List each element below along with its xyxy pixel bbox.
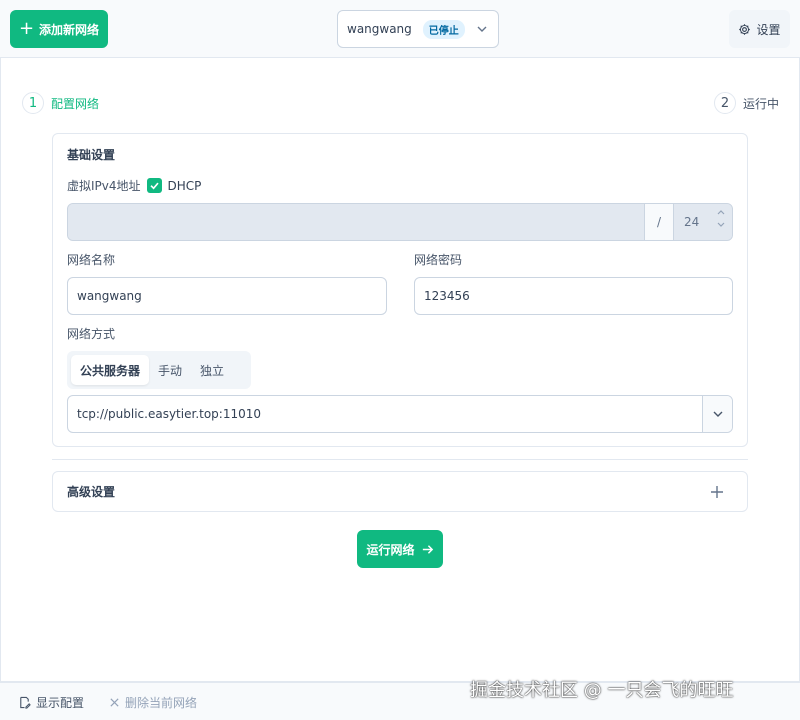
watermark-text: 掘金技术社区 @ 一只会飞的旺旺	[470, 680, 734, 701]
network-mode-label: 网络方式	[67, 327, 116, 341]
arrow-right-icon	[422, 544, 433, 554]
check-icon	[149, 182, 159, 190]
dhcp-label: DHCP	[167, 178, 202, 193]
ipv4-label: 虚拟IPv4地址	[67, 179, 141, 193]
settings-label: 设置	[756, 22, 781, 37]
ipv4-address-input[interactable]	[68, 204, 644, 240]
network-mode-selector: 公共服务器 手动 独立	[67, 351, 251, 389]
dhcp-checkbox[interactable]	[146, 178, 162, 193]
show-config-label: 显示配置	[36, 696, 85, 710]
public-server-dropdown-toggle[interactable]	[702, 396, 732, 432]
delete-network-button[interactable]: 删除当前网络	[109, 694, 197, 711]
network-name-input[interactable]: wangwang	[67, 277, 387, 315]
gear-icon	[739, 23, 751, 35]
ipv4-mask-value: 24	[684, 215, 700, 229]
mask-spinner[interactable]	[716, 208, 726, 229]
add-network-label: 添加新网络	[39, 22, 100, 37]
step-running[interactable]: 2 运行中	[714, 92, 779, 114]
network-secret-input[interactable]: 123456	[414, 277, 733, 315]
network-name-label: 网络名称	[67, 253, 116, 267]
delete-network-label: 删除当前网络	[125, 696, 198, 710]
status-badge: 已停止	[422, 19, 465, 39]
basic-settings-title: 基础设置	[67, 148, 116, 162]
close-icon	[110, 698, 119, 707]
ipv4-slash: /	[644, 204, 674, 240]
ipv4-mask-input[interactable]: 24	[674, 204, 732, 240]
step-number: 1	[22, 92, 44, 114]
run-network-button[interactable]: 运行网络	[357, 530, 443, 568]
network-select-value: wangwang	[347, 22, 412, 36]
step-label: 配置网络	[51, 96, 100, 111]
network-secret-label: 网络密码	[414, 253, 463, 267]
step-configure[interactable]: 1 配置网络	[22, 92, 99, 114]
ipv4-row: 虚拟IPv4地址 DHCP	[67, 177, 201, 194]
advanced-settings-panel[interactable]: 高级设置	[52, 471, 748, 512]
public-server-value: tcp://public.easytier.top:11010	[77, 407, 262, 421]
plus-icon: +	[18, 18, 35, 39]
chevron-up-icon	[717, 210, 725, 215]
chevron-down-icon	[477, 26, 487, 32]
chevron-down-icon	[717, 222, 725, 227]
basic-settings-card: 基础设置 虚拟IPv4地址 DHCP / 24 网络名称 wangwang 网络…	[52, 133, 748, 447]
mode-option-manual[interactable]: 手动	[149, 355, 191, 385]
ipv4-input-group: / 24	[67, 203, 733, 241]
step-number: 2	[714, 92, 736, 114]
mode-option-public-server[interactable]: 公共服务器	[71, 355, 150, 385]
add-network-button[interactable]: + 添加新网络	[10, 10, 108, 48]
settings-button[interactable]: 设置	[729, 10, 790, 48]
chevron-down-icon	[713, 411, 722, 417]
run-network-label: 运行网络	[366, 542, 415, 557]
network-select[interactable]: wangwang 已停止	[337, 10, 499, 48]
show-config-button[interactable]: 显示配置	[18, 694, 84, 711]
advanced-settings-title: 高级设置	[67, 485, 116, 499]
step-label: 运行中	[743, 96, 780, 111]
file-edit-icon	[20, 696, 31, 709]
mode-option-standalone[interactable]: 独立	[191, 355, 233, 385]
network-name-value: wangwang	[77, 289, 142, 303]
public-server-select[interactable]: tcp://public.easytier.top:11010	[67, 395, 733, 433]
section-divider	[52, 459, 748, 460]
top-toolbar: + 添加新网络 wangwang 已停止 设置	[0, 0, 800, 58]
network-secret-value: 123456	[424, 289, 470, 303]
expand-plus-icon[interactable]	[709, 484, 725, 500]
